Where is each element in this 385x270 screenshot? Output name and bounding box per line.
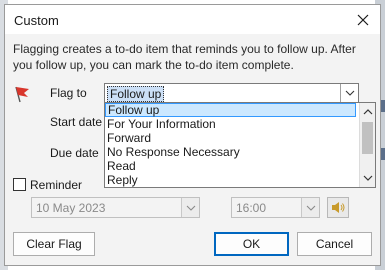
reminder-date-value: 10 May 2023 [36,201,106,215]
reminder-time-select[interactable]: 16:00 [231,197,320,218]
dialog-title: Custom [14,13,59,28]
reminder-sound-button[interactable] [327,197,349,218]
dialog-description: Flagging creates a to-do item that remin… [13,42,356,72]
chevron-up-icon[interactable] [363,107,373,117]
reminder-date-dropdown-button[interactable] [181,198,199,217]
reminder-time-dropdown-button[interactable] [301,198,319,217]
reminder-time-value: 16:00 [236,201,267,215]
flag-to-select[interactable]: Follow up [104,83,359,103]
reminder-date-select[interactable]: 10 May 2023 [31,197,200,218]
chevron-down-icon [306,205,316,211]
due-date-label: Due date [50,146,99,160]
option-forward[interactable]: Forward [105,131,358,145]
custom-flag-dialog: Custom Flagging creates a to-do item tha… [4,4,381,266]
flag-to-value: Follow up [107,86,165,102]
reminder-label: Reminder [30,178,83,192]
cancel-button[interactable]: Cancel [297,232,372,256]
chevron-down-icon [186,205,196,211]
option-follow-up[interactable]: Follow up [105,103,356,117]
option-for-your-information[interactable]: For Your Information [105,117,358,131]
speaker-icon [332,202,345,213]
flag-to-dropdown-button[interactable] [340,84,358,102]
flag-to-label: Flag to [50,86,87,100]
title-bar: Custom [5,5,380,34]
reminder-checkbox[interactable] [13,178,26,191]
clear-flag-button[interactable]: Clear Flag [13,232,95,256]
close-icon [357,14,369,26]
flag-icon [15,86,29,103]
close-button[interactable] [352,9,374,31]
option-read[interactable]: Read [105,159,358,173]
chevron-down-icon[interactable] [363,173,373,183]
flag-to-options-list[interactable]: Follow up For Your Information Forward N… [104,102,376,188]
chevron-down-icon [345,90,355,96]
option-reply[interactable]: Reply [105,173,358,187]
ok-button[interactable]: OK [214,232,289,256]
start-date-label: Start date [50,115,103,129]
options-scrollbar[interactable] [359,103,375,187]
scrollbar-thumb[interactable] [362,122,373,154]
option-no-response-necessary[interactable]: No Response Necessary [105,145,358,159]
